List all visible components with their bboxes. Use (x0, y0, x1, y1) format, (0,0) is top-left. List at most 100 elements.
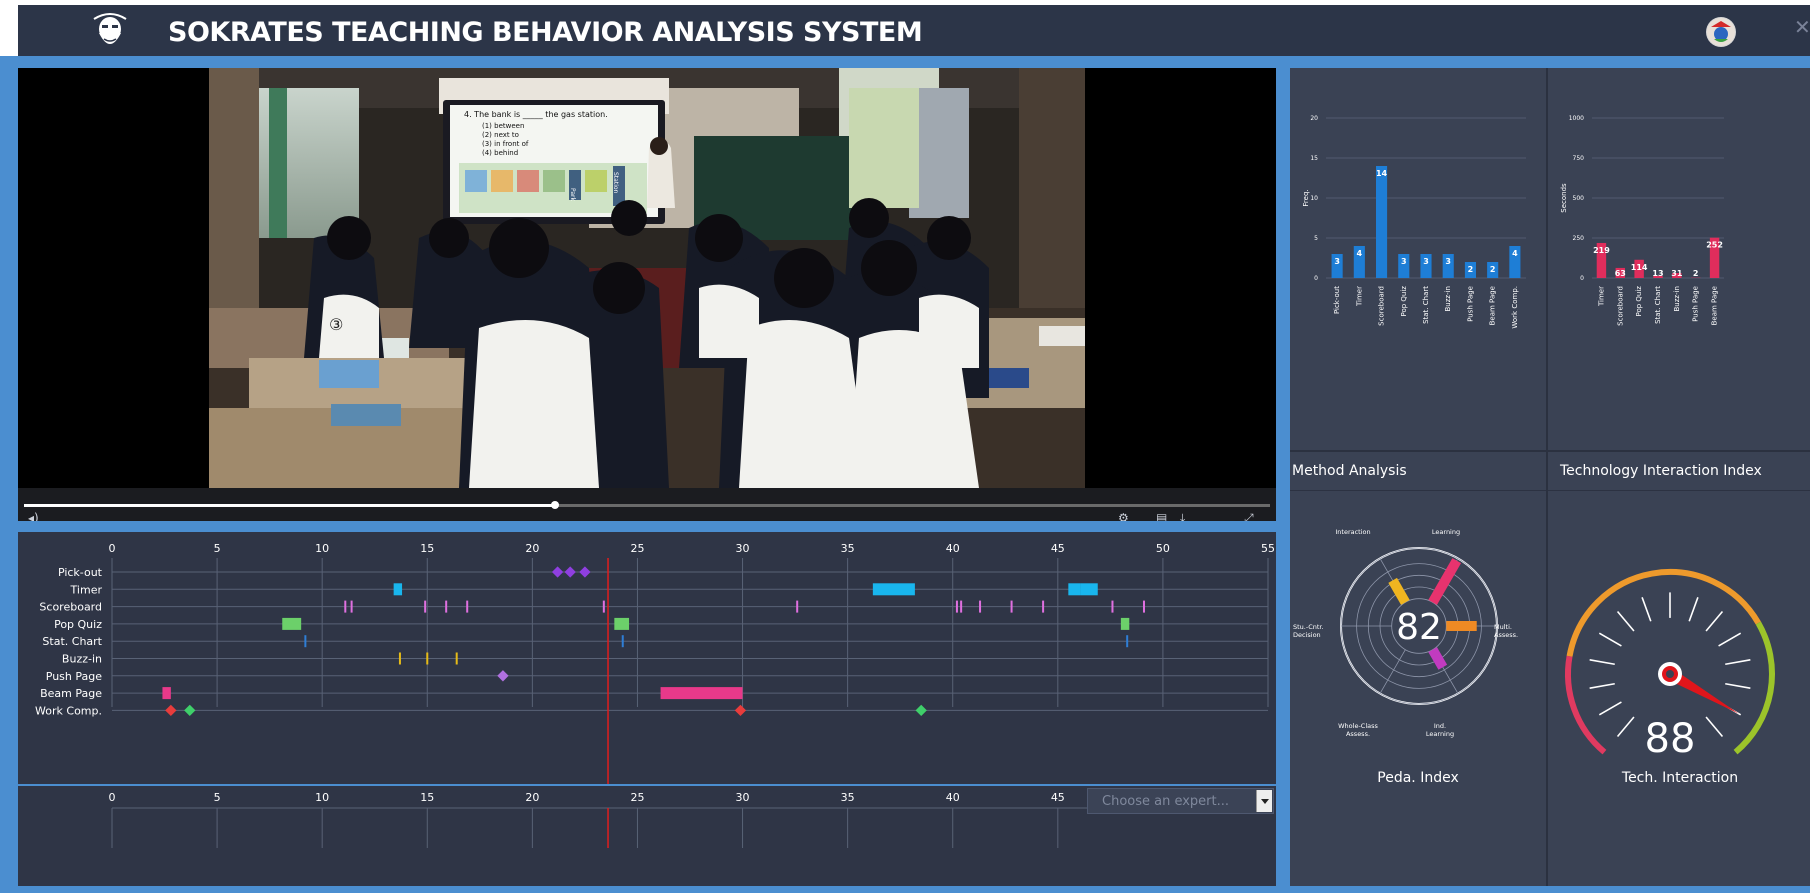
radar-axis-label: Decision (1293, 631, 1321, 639)
chart-xtick-label: Work Comp. (1511, 286, 1519, 329)
chart-bar (1376, 166, 1388, 278)
video-controls-bar: ◂) ⚙ ▤ ⤓ ⤢ (18, 488, 1276, 521)
radar-axis-label: Stu.-Cntr. (1293, 623, 1324, 631)
chart-xtick-label: Timer (1597, 286, 1605, 307)
seek-bar[interactable] (24, 501, 1270, 509)
chart-data-label: 13 (1652, 269, 1663, 278)
timeline-tick-label: 50 (1156, 542, 1170, 555)
expert-timeline-tick-label: 30 (736, 791, 750, 804)
chart-ylabel: Seconds (1560, 183, 1568, 213)
timeline-event-bar (393, 583, 403, 596)
timeline-row-label: Timer (70, 583, 103, 596)
chart-ytick-label: 750 (1573, 155, 1585, 162)
chart-data-label: 252 (1706, 241, 1723, 250)
timeline-event-marker (734, 704, 747, 717)
chart-xtick-label: Beam Page (1489, 286, 1497, 325)
dropdown-arrow-icon[interactable] (1256, 790, 1272, 812)
expert-timeline-tick-label: 25 (630, 791, 644, 804)
timeline-event-tick (455, 652, 458, 665)
chart-ytick-label: 500 (1573, 195, 1585, 202)
timeline-tick-label: 25 (630, 542, 644, 555)
gauge-tick (1705, 610, 1724, 632)
timeline-event-bar (162, 687, 171, 700)
fullscreen-icon[interactable]: ⤢ (1244, 511, 1254, 521)
gauge-tick (1725, 682, 1751, 689)
chart-ytick-label: 250 (1573, 235, 1585, 242)
timeline-event-tick (424, 600, 427, 613)
timeline-chart: 0 5 10 15 20 25 30 35 40 45 50 55 Pick-out Timer Score… (35, 542, 1275, 784)
seek-knob[interactable] (550, 501, 559, 509)
gauge-tick (1718, 632, 1742, 647)
expert-timeline-tick-label: 15 (420, 791, 434, 804)
timeline-event-bar (1120, 617, 1130, 630)
school-badge-icon[interactable] (1706, 17, 1736, 47)
analytics-panel: 0 5 10 15 20 Freq. 3 Pick-out 4 Timer 14 Scoreboard… (1290, 68, 1810, 886)
radar-axis-label: Whole-Class (1338, 722, 1378, 730)
timeline-event-tick (602, 600, 605, 613)
gauge-tick (1598, 632, 1622, 647)
timeline-event-marker (551, 566, 564, 578)
radar-axis-label: Learning (1432, 528, 1460, 536)
download-icon[interactable]: ⤓ (1180, 511, 1185, 521)
timeline-event-bar (614, 617, 630, 630)
timeline-event-tick (1126, 635, 1129, 648)
timeline-event-bar (282, 617, 302, 630)
expert-select-placeholder: Choose an expert... (1102, 794, 1230, 809)
timeline-row-label: Buzz-in (62, 653, 102, 666)
expert-select[interactable]: Choose an expert... (1087, 788, 1274, 814)
chart-data-label: 63 (1615, 269, 1626, 278)
radar-bar (1388, 577, 1410, 605)
timeline-event-tick (445, 600, 448, 613)
chart-data-label: 3 (1401, 257, 1407, 266)
tech-index-title: Technology Interaction Index (1560, 463, 1762, 479)
chart-xtick-label: Stat. Chart (1654, 286, 1662, 324)
settings-icon[interactable]: ⚙ (1118, 511, 1129, 521)
chart-xtick-label: Pop Quiz (1400, 286, 1408, 317)
table-number: ③ (329, 315, 343, 334)
chart-xtick-label: Pick-out (1333, 286, 1341, 314)
panel-separator-horizontal (1290, 450, 1810, 452)
timeline-event-marker (497, 670, 509, 682)
radar-spoke (1379, 649, 1406, 694)
gauge-tick (1641, 597, 1652, 622)
timeline-event-tick (1010, 600, 1013, 613)
subtitles-icon[interactable]: ▤ (1156, 511, 1167, 521)
slide-question: 4. The bank is _____ the gas station. (464, 110, 608, 119)
chart-ytick-label: 1000 (1569, 115, 1584, 122)
chart-data-label: 219 (1593, 246, 1610, 255)
chart-xtick-label: Scoreboard (1616, 286, 1624, 326)
chart-ytick-label: 20 (1310, 115, 1318, 122)
close-icon[interactable]: ✕ (1794, 17, 1810, 37)
timeline-tick-label: 0 (109, 542, 116, 555)
app-window: SOKRATES TEACHING BEHAVIOR ANALYSIS SYST… (0, 0, 1810, 893)
timeline-event-bar (872, 583, 915, 596)
slide-tag-station: Station (612, 172, 619, 194)
gauge-hub-dot (1666, 670, 1674, 678)
tech-title-underline (1548, 490, 1810, 491)
timeline-tick-label: 35 (841, 542, 855, 555)
timeline-event-tick (426, 652, 429, 665)
timeline-event-tick (1111, 600, 1114, 613)
timeline-event-marker (564, 566, 576, 578)
volume-icon[interactable]: ◂) (28, 511, 39, 521)
gauge-tick (1589, 682, 1615, 689)
radar-axis-label: Learning (1426, 730, 1454, 738)
gauge-tick (1688, 597, 1699, 622)
gauge-tick (1598, 701, 1622, 716)
timeline-row-label: Pop Quiz (54, 618, 102, 631)
timeline-event-tick (960, 600, 963, 613)
timeline-tick-label: 5 (214, 542, 221, 555)
timeline-event-marker (915, 704, 927, 717)
expert-timeline-tick-label: 5 (214, 791, 221, 804)
timeline-event-tick (979, 600, 982, 613)
video-player[interactable]: 4. The bank is _____ the gas station. (1… (18, 68, 1276, 521)
chart-data-label: 31 (1671, 269, 1683, 278)
chart-xtick-label: Buzz-in (1444, 286, 1452, 312)
timeline-event-tick (1042, 600, 1045, 613)
timeline-event-marker (184, 704, 196, 717)
chart-data-label: 3 (1445, 257, 1451, 266)
expert-timeline-tick-label: 40 (946, 791, 960, 804)
chart-xtick-label: Push Page (1466, 286, 1474, 322)
chart-ytick-label: 0 (1314, 275, 1318, 282)
chart-data-label: 2 (1490, 265, 1496, 274)
